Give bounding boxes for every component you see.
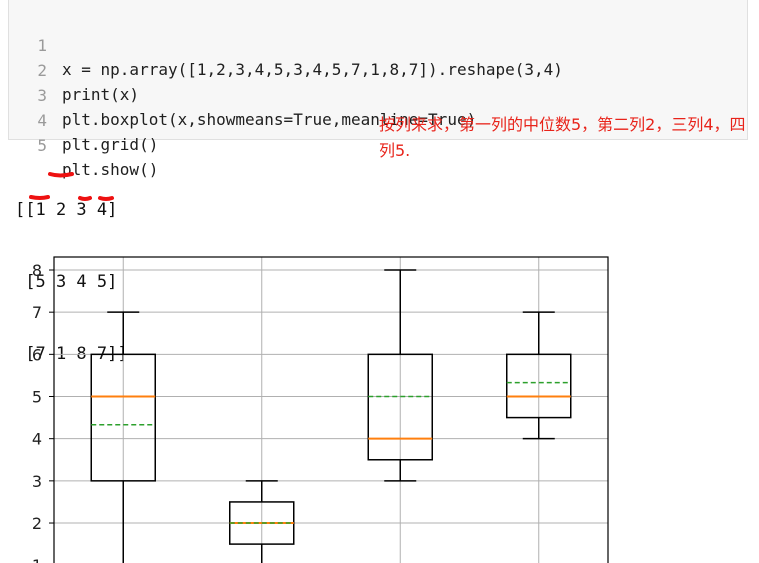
code-text: x = np.array([1,2,3,4,5,3,4,5,7,1,8,7]).… (62, 60, 563, 79)
y-tick-label: 5 (32, 388, 42, 407)
code-text: print(x) (62, 85, 140, 104)
output-row-1: [[1 2 3 4] (15, 200, 118, 220)
code-line-5: 5 plt.show() (9, 110, 158, 179)
y-tick-label: 7 (32, 303, 42, 322)
handwritten-annotation: 按列来求，第一列的中位数5，第二列2，三列4，四列5. (379, 115, 746, 160)
y-tick-label: 8 (32, 261, 42, 280)
y-tick-label: 2 (32, 514, 42, 533)
boxplot-chart: 1 2 3 4 5 6 7 8 (32, 256, 609, 563)
y-tick-label: 1 (32, 556, 42, 563)
code-line-2: 2 print(x) (9, 35, 139, 104)
y-tick-label: 3 (32, 472, 42, 491)
code-line-1: 1 x = np.array([1,2,3,4,5,3,4,5,7,1,8,7]… (9, 10, 563, 79)
code-line-4: 4 plt.grid() (9, 85, 158, 154)
y-tick-label: 4 (32, 430, 42, 449)
code-line-3: 3 plt.boxplot(x,showmeans=True,meanline=… (9, 60, 476, 129)
y-tick-label: 6 (32, 345, 42, 364)
plot-frame (53, 256, 609, 563)
